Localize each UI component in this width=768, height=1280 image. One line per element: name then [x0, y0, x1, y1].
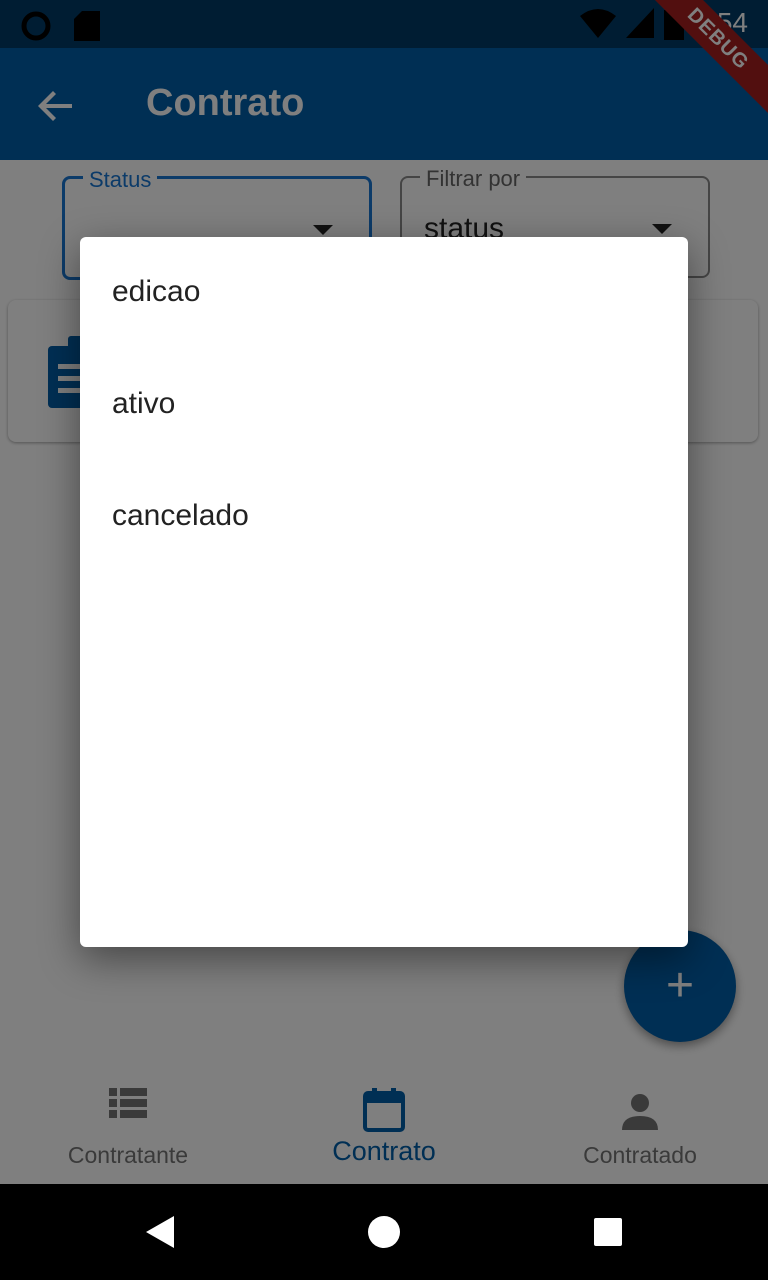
- status-options-dialog: edicao ativo cancelado: [80, 237, 688, 947]
- recents-square-icon[interactable]: [594, 1218, 622, 1246]
- option-ativo[interactable]: ativo: [112, 387, 175, 421]
- option-cancelado[interactable]: cancelado: [112, 499, 249, 533]
- system-navigation-bar: [0, 1184, 768, 1280]
- home-circle-icon[interactable]: [368, 1216, 400, 1248]
- option-edicao[interactable]: edicao: [112, 275, 200, 309]
- back-triangle-icon[interactable]: [146, 1216, 174, 1248]
